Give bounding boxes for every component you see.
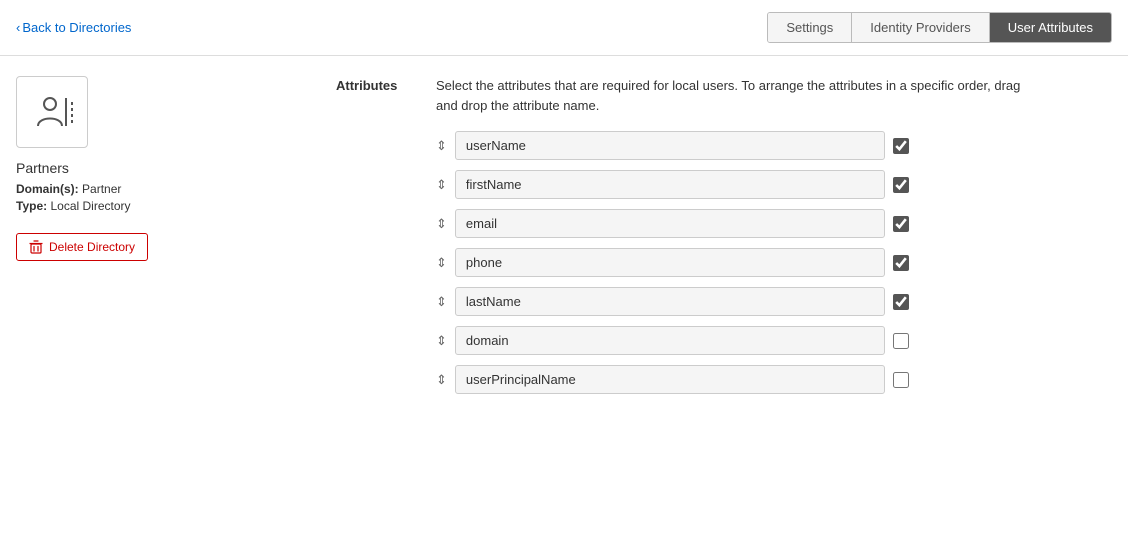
attributes-panel: Select the attributes that are required …	[436, 76, 1112, 404]
attribute-row: ⇕	[436, 326, 1112, 355]
tab-identity-providers[interactable]: Identity Providers	[852, 13, 989, 42]
domains-value: Partner	[82, 182, 121, 196]
directory-name: Partners	[16, 160, 216, 176]
type-row: Type: Local Directory	[16, 199, 216, 213]
attribute-checkbox[interactable]	[893, 372, 909, 388]
drag-handle-icon[interactable]: ⇕	[436, 178, 447, 191]
attribute-checkbox[interactable]	[893, 294, 909, 310]
content-area: Attributes Select the attributes that ar…	[216, 76, 1112, 404]
attribute-checkbox[interactable]	[893, 333, 909, 349]
trash-icon	[29, 240, 43, 254]
attribute-row: ⇕	[436, 365, 1112, 394]
drag-handle-icon[interactable]: ⇕	[436, 256, 447, 269]
sidebar: Partners Domain(s): Partner Type: Local …	[16, 76, 216, 404]
attribute-row: ⇕	[436, 209, 1112, 238]
attribute-name-input[interactable]	[455, 248, 885, 277]
drag-handle-icon[interactable]: ⇕	[436, 295, 447, 308]
back-label: Back to Directories	[22, 20, 131, 35]
attribute-row: ⇕	[436, 170, 1112, 199]
chevron-left-icon: ‹	[16, 20, 20, 35]
attribute-row: ⇕	[436, 248, 1112, 277]
attribute-row: ⇕	[436, 131, 1112, 160]
attribute-checkbox[interactable]	[893, 216, 909, 232]
attribute-name-input[interactable]	[455, 287, 885, 316]
drag-handle-icon[interactable]: ⇕	[436, 139, 447, 152]
attribute-checkbox[interactable]	[893, 177, 909, 193]
directory-icon-svg	[28, 88, 76, 136]
attributes-section-label: Attributes	[336, 76, 436, 404]
drag-handle-icon[interactable]: ⇕	[436, 373, 447, 386]
domains-row: Domain(s): Partner	[16, 182, 216, 196]
directory-icon	[16, 76, 88, 148]
type-value: Local Directory	[50, 199, 130, 213]
attribute-name-input[interactable]	[455, 365, 885, 394]
attribute-row: ⇕	[436, 287, 1112, 316]
attribute-rows-container: ⇕ ⇕ ⇕ ⇕ ⇕ ⇕ ⇕	[436, 131, 1112, 394]
drag-handle-icon[interactable]: ⇕	[436, 217, 447, 230]
back-to-directories-link[interactable]: ‹ Back to Directories	[16, 20, 131, 35]
tab-group: Settings Identity Providers User Attribu…	[767, 12, 1112, 43]
attribute-name-input[interactable]	[455, 326, 885, 355]
attribute-name-input[interactable]	[455, 170, 885, 199]
tab-settings[interactable]: Settings	[768, 13, 852, 42]
attribute-checkbox[interactable]	[893, 255, 909, 271]
attribute-checkbox[interactable]	[893, 138, 909, 154]
header: ‹ Back to Directories Settings Identity …	[0, 0, 1128, 56]
attribute-name-input[interactable]	[455, 209, 885, 238]
attribute-name-input[interactable]	[455, 131, 885, 160]
delete-directory-button[interactable]: Delete Directory	[16, 233, 148, 261]
main-content: Partners Domain(s): Partner Type: Local …	[0, 56, 1128, 424]
domains-label: Domain(s):	[16, 182, 79, 196]
type-label: Type:	[16, 199, 47, 213]
drag-handle-icon[interactable]: ⇕	[436, 334, 447, 347]
delete-directory-label: Delete Directory	[49, 240, 135, 254]
tab-user-attributes[interactable]: User Attributes	[990, 13, 1111, 42]
attributes-description: Select the attributes that are required …	[436, 76, 1036, 115]
